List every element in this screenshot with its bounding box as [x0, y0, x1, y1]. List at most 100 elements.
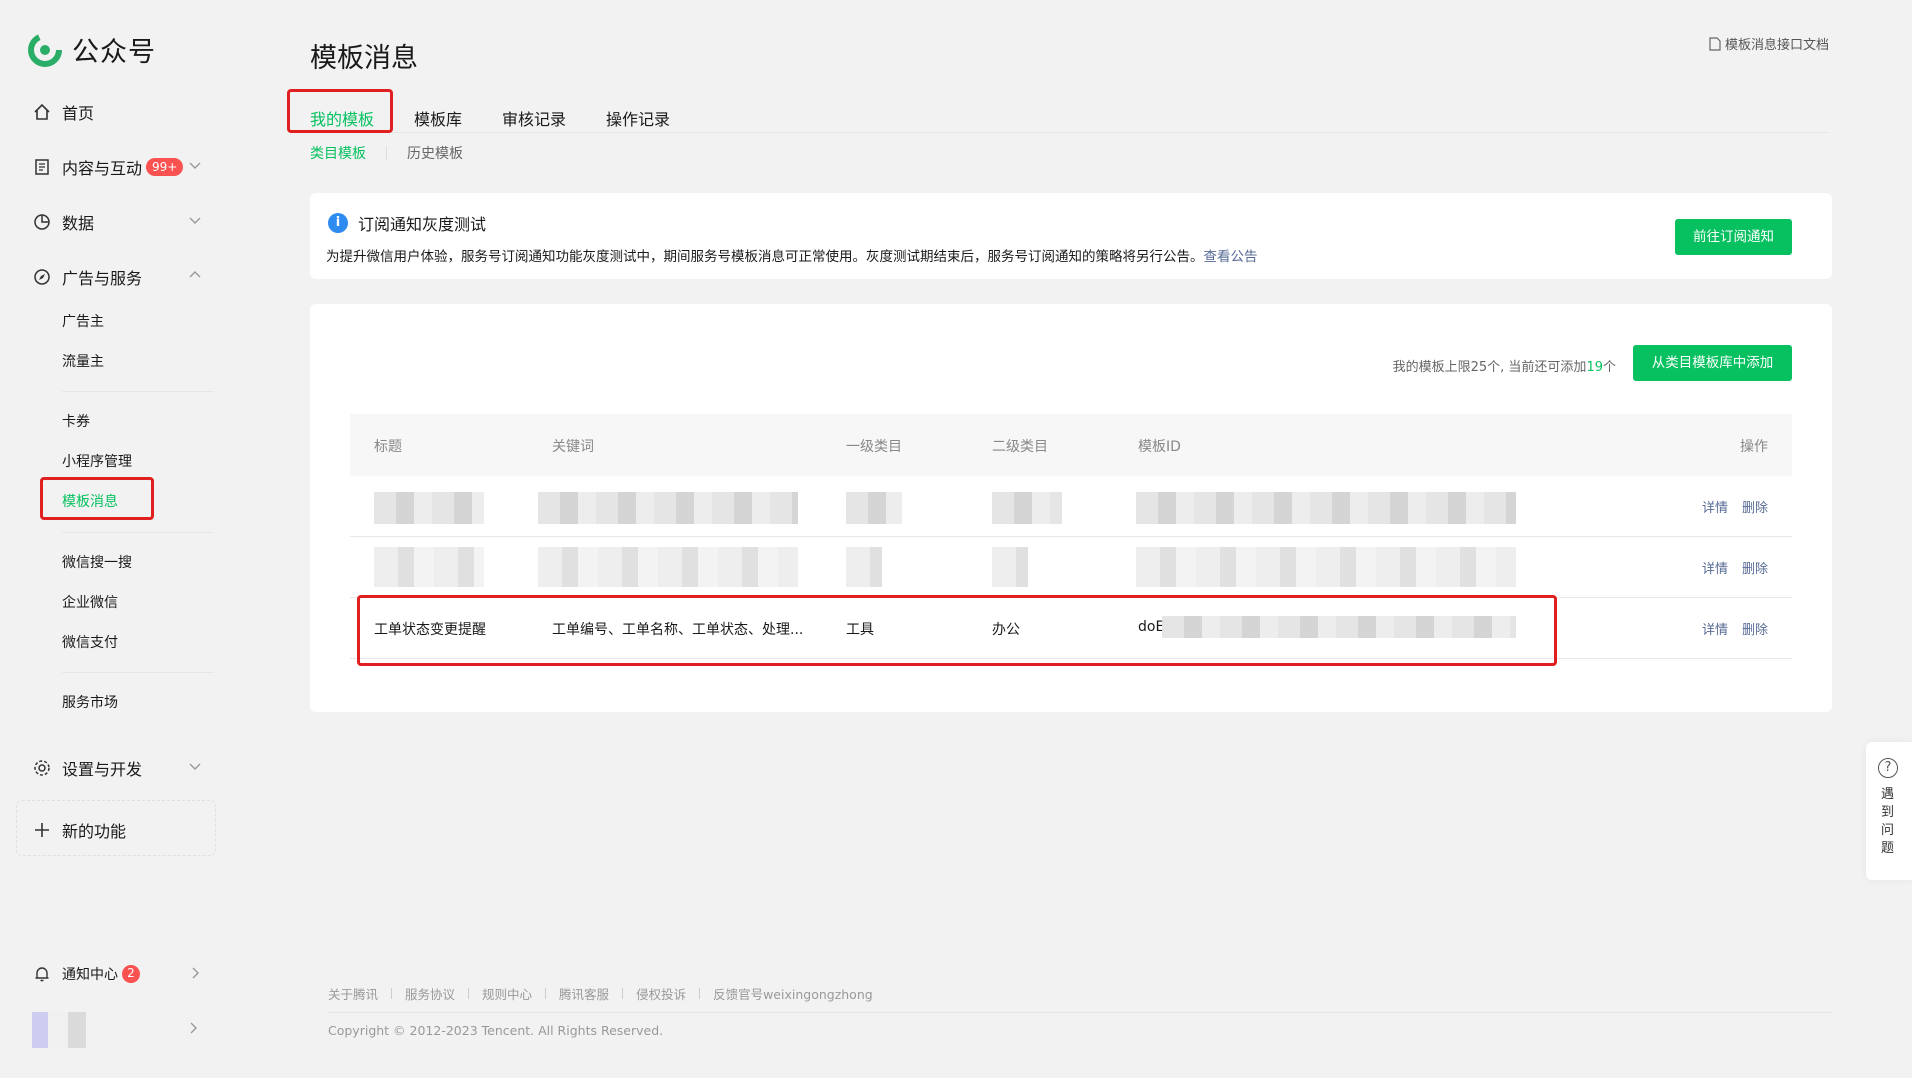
logo-text: 公众号	[72, 37, 156, 68]
limit-num: 19	[1586, 360, 1603, 375]
tab-template-library[interactable]: 模板库	[414, 106, 462, 130]
notify-count-badge: 2	[122, 965, 140, 983]
question-icon: ?	[1878, 758, 1898, 778]
delete-link[interactable]: 删除	[1742, 619, 1768, 638]
footer-divider	[328, 1012, 1832, 1013]
sidebar-item-notify[interactable]: 通知中心 2	[32, 964, 202, 984]
tab-bar: 我的模板 模板库 审核记录 操作记录	[310, 98, 1828, 133]
document-icon	[32, 157, 52, 177]
subtab-bar: 类目模板 历史模板	[310, 143, 463, 163]
sidebar-sub-wxpay[interactable]: 微信支付	[62, 632, 118, 652]
sidebar-item-ads[interactable]: 广告与服务	[32, 265, 202, 289]
help-float-button[interactable]: ? 遇到问题	[1866, 742, 1912, 880]
column-header-keywords: 关键词	[552, 439, 594, 455]
footer-sep	[622, 988, 624, 999]
gear-icon	[32, 758, 52, 778]
sidebar-item-label: 通知中心	[62, 967, 118, 983]
page-title: 模板消息	[310, 43, 418, 74]
limit-suffix: 个	[1602, 360, 1616, 375]
pie-chart-icon	[32, 212, 52, 232]
sidebar-item-label: 首页	[62, 104, 95, 123]
blurred-cell	[374, 547, 484, 587]
highlight-box-tab	[287, 89, 393, 133]
chevron-up-icon	[188, 267, 202, 286]
help-text: 遇到问题	[1881, 787, 1895, 856]
notice-card: i 订阅通知灰度测试 为提升微信用户体验，服务号订阅通知功能灰度测试中，期间服务…	[310, 193, 1832, 279]
sidebar-item-label: 新的功能	[62, 822, 127, 841]
footer-link[interactable]: 关于腾讯	[328, 984, 378, 1003]
column-header-category2: 二级类目	[992, 439, 1048, 455]
tab-operation-records[interactable]: 操作记录	[606, 106, 670, 130]
sidebar-item-data[interactable]: 数据	[32, 210, 202, 234]
copyright: Copyright © 2012-2023 Tencent. All Right…	[328, 1023, 664, 1038]
sidebar-sub-publisher[interactable]: 流量主	[62, 351, 104, 371]
avatar[interactable]	[32, 1012, 104, 1048]
sidebar-item-label: 数据	[62, 214, 95, 233]
notice-title: i 订阅通知灰度测试	[328, 211, 486, 235]
delete-link[interactable]: 删除	[1742, 497, 1768, 516]
sidebar-item-home[interactable]: 首页	[32, 100, 202, 124]
notice-body: 为提升微信用户体验，服务号订阅通知功能灰度测试中，期间服务号模板消息可正常使用。…	[326, 249, 1204, 265]
column-header-actions: 操作	[1740, 439, 1768, 455]
notice-title-text: 订阅通知灰度测试	[358, 215, 487, 234]
sidebar-item-content[interactable]: 内容与互动 99+	[32, 155, 202, 179]
footer-sep	[699, 988, 701, 999]
sidebar-item-label: 设置与开发	[62, 760, 143, 779]
detail-link[interactable]: 详情	[1702, 619, 1728, 638]
add-from-library-button[interactable]: 从类目模板库中添加	[1633, 345, 1792, 381]
api-doc-link-label: 模板消息接口文档	[1724, 38, 1829, 53]
subtab-divider	[386, 146, 387, 160]
sidebar-sub-market[interactable]: 服务市场	[62, 692, 118, 712]
bell-icon	[32, 964, 52, 984]
compass-icon	[32, 267, 52, 287]
sidebar: 公众号 首页 内容与互动 99+ 数据 广告与服务 广告主 流量主 卡券 小程序…	[0, 0, 236, 1078]
detail-link[interactable]: 详情	[1702, 558, 1728, 577]
view-announcement-link[interactable]: 查看公告	[1204, 249, 1258, 265]
sidebar-sub-miniprogram[interactable]: 小程序管理	[62, 451, 132, 471]
column-header-template-id: 模板ID	[1138, 439, 1181, 455]
chevron-down-icon	[188, 157, 202, 176]
footer-link[interactable]: 反馈官号weixingongzhong	[713, 984, 873, 1003]
api-doc-link[interactable]: 模板消息接口文档	[1709, 34, 1829, 53]
footer-link[interactable]: 规则中心	[482, 984, 532, 1003]
home-icon	[32, 102, 52, 122]
footer-sep	[391, 988, 393, 999]
footer-link[interactable]: 侵权投诉	[636, 984, 686, 1003]
sidebar-item-new-feature[interactable]: 新的功能	[32, 818, 202, 842]
document-icon	[1709, 36, 1721, 51]
column-header-title: 标题	[374, 439, 402, 455]
detail-link[interactable]: 详情	[1702, 497, 1728, 516]
plus-icon	[32, 820, 52, 840]
chevron-right-icon[interactable]	[186, 1020, 200, 1039]
sidebar-item-label: 广告与服务	[62, 269, 143, 288]
footer-sep	[468, 988, 470, 999]
table-row: 详情 删除	[350, 476, 1792, 537]
sidebar-divider	[62, 672, 214, 673]
sidebar-sub-wxsearch[interactable]: 微信搜一搜	[62, 552, 132, 572]
sidebar-sub-wework[interactable]: 企业微信	[62, 592, 118, 612]
sidebar-sub-coupon[interactable]: 卡券	[62, 411, 90, 431]
subtab-history-templates[interactable]: 历史模板	[407, 143, 463, 163]
delete-link[interactable]: 删除	[1742, 558, 1768, 577]
blurred-cell	[846, 547, 882, 587]
sidebar-item-settings[interactable]: 设置与开发	[32, 756, 202, 780]
blurred-cell	[846, 492, 902, 524]
template-limit-text: 我的模板上限25个, 当前还可添加19个	[1393, 356, 1616, 375]
blurred-cell	[1136, 547, 1516, 587]
table-row: 详情 删除	[350, 537, 1792, 598]
tab-review-records[interactable]: 审核记录	[502, 106, 566, 130]
subtab-category-templates[interactable]: 类目模板	[310, 143, 366, 163]
wechat-oa-logo-icon	[28, 32, 62, 67]
logo[interactable]: 公众号	[28, 30, 156, 69]
sidebar-sub-advertiser[interactable]: 广告主	[62, 311, 104, 331]
sidebar-item-label: 内容与互动	[62, 159, 143, 178]
blurred-cell	[992, 492, 1062, 524]
footer-link[interactable]: 腾讯客服	[559, 984, 609, 1003]
footer-link[interactable]: 服务协议	[405, 984, 455, 1003]
sidebar-divider	[62, 532, 214, 533]
blurred-cell	[992, 547, 1028, 587]
go-subscription-button[interactable]: 前往订阅通知	[1675, 219, 1792, 255]
content-count-badge: 99+	[146, 158, 184, 176]
blurred-cell	[374, 492, 484, 524]
column-header-category1: 一级类目	[846, 439, 902, 455]
